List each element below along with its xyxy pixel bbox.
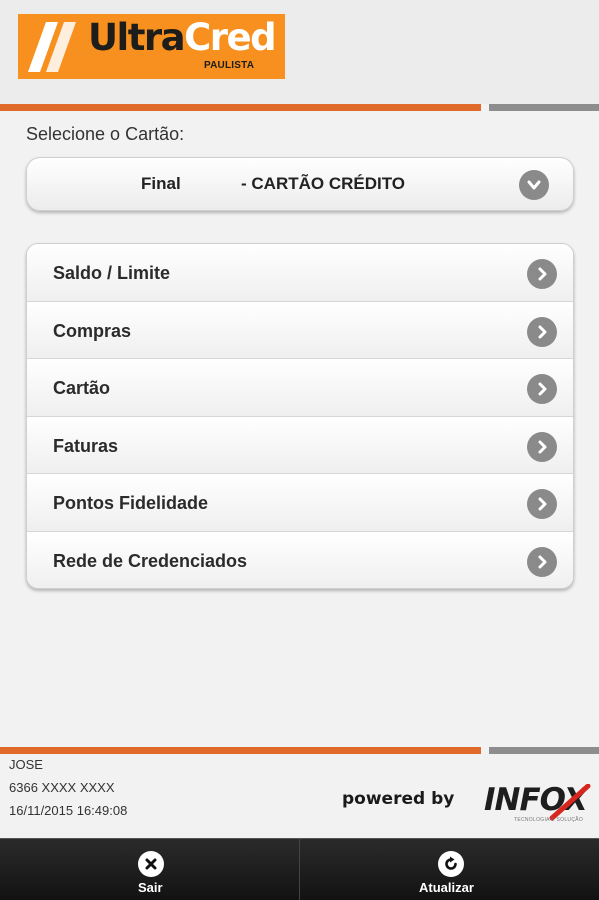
footer-divider-gray — [489, 747, 599, 754]
menu-item-label: Compras — [53, 320, 132, 341]
refresh-button[interactable]: Atualizar — [300, 839, 599, 900]
logo-wordmark: UltraCred — [88, 16, 277, 60]
app-header: UltraCred PAULISTA — [0, 0, 599, 104]
last-update-timestamp: 16/11/2015 16:49:08 — [9, 803, 128, 818]
menu-item-pontos-fidelidade[interactable]: Pontos Fidelidade — [27, 474, 573, 532]
exit-button[interactable]: Sair — [0, 839, 300, 900]
close-icon — [138, 851, 164, 877]
menu-item-saldo-limite[interactable]: Saldo / Limite — [27, 244, 573, 302]
infox-logo: INFOX TECNOLOGIA E SOLUÇÃO — [484, 778, 594, 826]
menu-item-compras[interactable]: Compras — [27, 301, 573, 360]
ultracred-logo: UltraCred PAULISTA — [18, 14, 285, 79]
card-number: 6366 XXXX XXXX — [9, 780, 115, 795]
menu-item-rede-credenciados[interactable]: Rede de Credenciados — [27, 531, 573, 588]
user-name: JOSE — [9, 757, 43, 772]
footer-divider-orange — [0, 747, 481, 754]
refresh-icon — [438, 851, 464, 877]
chevron-down-icon — [519, 170, 549, 200]
chevron-right-icon — [527, 259, 557, 289]
powered-by-text: powered by — [342, 789, 455, 809]
logo-text-ultra: Ultra — [88, 16, 186, 59]
chevron-right-icon — [527, 489, 557, 520]
card-select-dropdown[interactable]: Final - CARTÃO CRÉDITO — [26, 157, 574, 211]
main-menu-list: Saldo / Limite Compras Cartão Faturas Po… — [26, 243, 574, 589]
menu-item-label: Pontos Fidelidade — [53, 493, 209, 514]
header-divider-orange — [0, 104, 481, 111]
bottom-action-bar: Sair Atualizar — [0, 838, 599, 900]
menu-item-label: Faturas — [53, 435, 119, 456]
exit-button-label: Sair — [138, 880, 163, 895]
chevron-right-icon — [527, 546, 557, 577]
chevron-right-icon — [527, 374, 557, 405]
card-select-type: - CARTÃO CRÉDITO — [241, 174, 406, 193]
infox-tagline: TECNOLOGIA E SOLUÇÃO — [514, 817, 584, 823]
header-divider-gray — [489, 104, 599, 111]
menu-item-label: Saldo / Limite — [53, 263, 171, 283]
menu-item-cartao[interactable]: Cartão — [27, 359, 573, 417]
menu-item-label: Rede de Credenciados — [53, 550, 248, 571]
chevron-right-icon — [527, 316, 557, 347]
menu-item-label: Cartão — [53, 378, 111, 399]
logo-text-cred: Cred — [184, 16, 276, 59]
card-select-final: Final — [141, 174, 181, 193]
refresh-button-label: Atualizar — [419, 880, 474, 895]
logo-mark-icon — [28, 22, 76, 72]
chevron-right-icon — [527, 431, 557, 462]
card-select-label: Selecione o Cartão: — [26, 124, 185, 144]
logo-subtitle: PAULISTA — [204, 60, 255, 71]
menu-item-faturas[interactable]: Faturas — [27, 416, 573, 475]
